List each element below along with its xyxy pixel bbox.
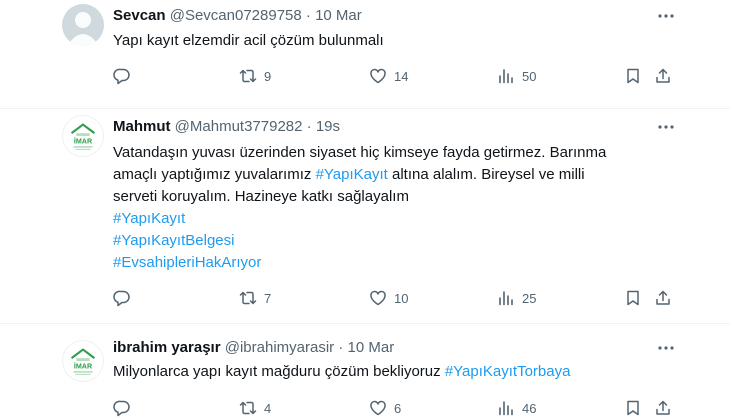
share-icon	[656, 290, 670, 305]
like-button[interactable]: 6	[369, 398, 401, 418]
views-button[interactable]: 46	[497, 398, 536, 418]
hashtag-link[interactable]: #YapıKayıt	[316, 166, 388, 183]
text-segment: amaçlı yaptığımız yuvalarımız	[113, 166, 316, 183]
tweet-3[interactable]: İMAR ibrahim yaraşır @ibrahimyarasir · 1…	[0, 324, 730, 420]
more-button[interactable]	[656, 117, 676, 137]
tweet-line: Milyonlarca yapı kayıt mağduru çözüm bek…	[113, 361, 673, 383]
tweet-actions: 7 10 25	[113, 288, 670, 308]
text-segment: altına alalım. Bireysel ve milli	[387, 166, 585, 183]
logo-text: İMAR	[74, 362, 92, 371]
author-handle[interactable]: @ibrahimyarasir	[225, 339, 334, 356]
bookmark-icon	[627, 290, 639, 306]
author-name[interactable]: Sevcan	[113, 7, 166, 24]
share-button[interactable]	[654, 66, 672, 86]
more-icon	[658, 125, 674, 129]
view-count: 25	[522, 290, 537, 306]
more-icon	[658, 346, 674, 350]
tweet-line: Yapı kayıt elzemdir acil çözüm bulunmalı	[113, 32, 384, 49]
reply-icon	[113, 290, 130, 307]
separator-dot: ·	[306, 118, 312, 135]
views-button[interactable]: 25	[497, 288, 536, 308]
more-button[interactable]	[656, 6, 676, 26]
retweet-count: 7	[264, 290, 272, 306]
view-count: 46	[522, 400, 537, 416]
text-segment: Milyonlarca yapı kayıt mağduru çözüm bek…	[113, 363, 445, 380]
author-handle[interactable]: @Mahmut3779282	[175, 118, 303, 135]
hashtag-link[interactable]: #YapıKayıtBelgesi	[113, 230, 673, 252]
heart-icon	[370, 290, 386, 306]
share-icon	[656, 68, 670, 83]
tweet-time[interactable]: 19s	[316, 118, 340, 135]
reply-button[interactable]	[113, 398, 138, 418]
author-name[interactable]: Mahmut	[113, 118, 171, 135]
like-count: 14	[394, 68, 409, 84]
tweet-line: amaçlı yaptığımız yuvalarımız #YapıKayıt…	[113, 164, 673, 186]
more-icon	[658, 14, 674, 18]
tweet-1[interactable]: Sevcan @Sevcan07289758 · 10 Mar Yapı kay…	[0, 0, 730, 108]
author-handle[interactable]: @Sevcan07289758	[170, 7, 302, 24]
reply-button[interactable]	[113, 288, 138, 308]
tweet-text: Vatandaşın yuvası üzerinden siyaset hiç …	[113, 142, 673, 274]
analytics-icon	[499, 69, 513, 84]
bookmark-button[interactable]	[624, 66, 642, 86]
retweet-button[interactable]: 4	[239, 398, 271, 418]
tweet-header: ibrahim yaraşır @ibrahimyarasir · 10 Mar	[113, 338, 394, 358]
retweet-icon	[239, 69, 257, 83]
tweet-header: Sevcan @Sevcan07289758 · 10 Mar	[113, 6, 362, 26]
like-count: 10	[394, 290, 409, 306]
share-button[interactable]	[654, 398, 672, 418]
retweet-button[interactable]: 9	[239, 66, 271, 86]
retweet-count: 9	[264, 68, 272, 84]
avatar[interactable]: İMAR	[62, 115, 104, 157]
retweet-icon	[239, 401, 257, 415]
heart-icon	[370, 400, 386, 416]
tweet-text: Yapı kayıt elzemdir acil çözüm bulunmalı	[113, 30, 673, 52]
author-name[interactable]: ibrahim yaraşır	[113, 339, 221, 356]
imar-logo-icon: İMAR	[70, 123, 96, 150]
bookmark-icon	[627, 400, 639, 416]
like-count: 6	[394, 400, 402, 416]
separator-dot: ·	[305, 7, 311, 24]
reply-icon	[113, 400, 130, 417]
tweet-line: serveti koruyalım. Hazineye katkı sağlay…	[113, 188, 409, 205]
reply-button[interactable]	[113, 66, 138, 86]
tweet-time[interactable]: 10 Mar	[348, 339, 395, 356]
hashtag-link[interactable]: #EvsahipleriHakArıyor	[113, 252, 673, 274]
like-button[interactable]: 10	[369, 288, 408, 308]
bookmark-button[interactable]	[624, 288, 642, 308]
share-button[interactable]	[654, 288, 672, 308]
more-button[interactable]	[656, 338, 676, 358]
logo-text: İMAR	[74, 137, 92, 146]
heart-icon	[370, 68, 386, 84]
analytics-icon	[499, 291, 513, 306]
tweet-2[interactable]: İMAR Mahmut @Mahmut3779282 · 19s Vatanda…	[0, 109, 730, 323]
like-button[interactable]: 14	[369, 66, 408, 86]
tweet-actions: 4 6 46	[113, 398, 670, 418]
tweet-text: Milyonlarca yapı kayıt mağduru çözüm bek…	[113, 361, 673, 383]
avatar[interactable]: İMAR	[62, 340, 104, 382]
tweet-header: Mahmut @Mahmut3779282 · 19s	[113, 117, 340, 137]
analytics-icon	[499, 401, 513, 416]
imar-logo-icon: İMAR	[70, 348, 96, 375]
view-count: 50	[522, 68, 537, 84]
tweet-time[interactable]: 10 Mar	[315, 7, 362, 24]
tweet-line: Vatandaşın yuvası üzerinden siyaset hiç …	[113, 144, 607, 161]
views-button[interactable]: 50	[497, 66, 536, 86]
separator-dot: ·	[338, 339, 344, 356]
bookmark-icon	[627, 68, 639, 84]
avatar[interactable]	[62, 4, 104, 46]
retweet-button[interactable]: 7	[239, 288, 271, 308]
reply-icon	[113, 68, 130, 85]
retweet-count: 4	[264, 400, 272, 416]
share-icon	[656, 400, 670, 415]
hashtag-link[interactable]: #YapıKayıt	[113, 208, 673, 230]
bookmark-button[interactable]	[624, 398, 642, 418]
default-avatar-icon	[67, 12, 99, 46]
tweet-actions: 9 14 50	[113, 66, 670, 86]
retweet-icon	[239, 291, 257, 305]
hashtag-link[interactable]: #YapıKayıtTorbaya	[445, 363, 571, 380]
